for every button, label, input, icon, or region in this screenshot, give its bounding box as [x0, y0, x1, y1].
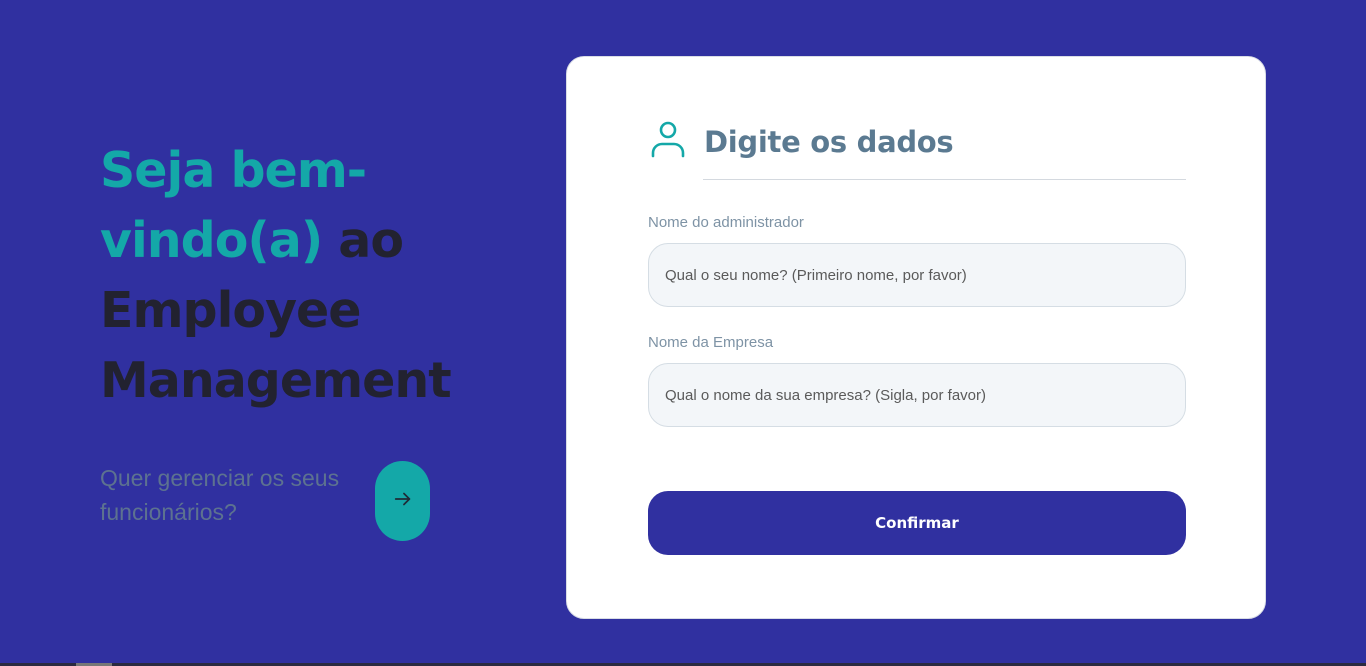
welcome-heading: Seja bem-vindo(a) ao Employee Management: [100, 136, 480, 416]
data-form-card: Digite os dados Nome do administrador No…: [566, 56, 1266, 619]
company-name-input[interactable]: [648, 363, 1186, 427]
page: Seja bem-vindo(a) ao Employee Management…: [0, 0, 1366, 666]
manage-employees-cta: Quer gerenciar os seus funcionários?: [100, 461, 440, 541]
user-icon: [648, 119, 688, 164]
confirm-button[interactable]: Confirmar: [648, 491, 1186, 555]
manage-employees-button[interactable]: [375, 461, 430, 541]
form-title: Digite os dados: [704, 124, 954, 159]
arrow-right-icon: [392, 488, 414, 515]
form-header: Digite os dados: [648, 119, 954, 164]
admin-name-label: Nome do administrador: [648, 214, 804, 231]
welcome-hero: Seja bem-vindo(a) ao Employee Management…: [100, 136, 480, 541]
manage-employees-text: Quer gerenciar os seus funcionários?: [100, 465, 340, 525]
company-name-label: Nome da Empresa: [648, 334, 774, 351]
form-divider: [703, 179, 1186, 180]
admin-name-input[interactable]: [648, 243, 1186, 307]
